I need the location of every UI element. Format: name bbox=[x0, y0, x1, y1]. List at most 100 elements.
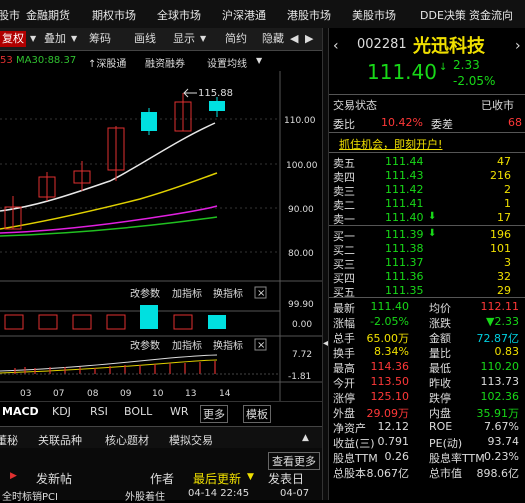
prev-stock-icon[interactable]: ‹ bbox=[333, 38, 339, 54]
open-account-promo[interactable]: 抓住机会，即刻开户! bbox=[339, 136, 442, 152]
divider bbox=[329, 152, 525, 153]
stat-label: 最新 bbox=[333, 302, 355, 315]
ma-legend-row: 53 MA30:88.37 ↑深股通 融资融券 设置均线 ▼ bbox=[0, 51, 322, 71]
view-more-button[interactable]: 查看更多 bbox=[268, 452, 320, 470]
margin-trading-link[interactable]: 融资融券 bbox=[145, 55, 185, 70]
level-volume: 3 bbox=[504, 256, 511, 269]
close-icon[interactable]: × bbox=[257, 340, 265, 351]
subnav-simulated-trade[interactable]: 模拟交易 bbox=[169, 432, 213, 448]
stat-label: 总手 bbox=[333, 332, 355, 345]
menu-item-hk-stocks[interactable]: 港股市场 bbox=[287, 7, 331, 23]
stat-value: 0.23% bbox=[484, 450, 519, 463]
divider bbox=[329, 132, 525, 133]
chevron-down-icon[interactable]: ▼ bbox=[256, 56, 262, 65]
stat-row: 换手 8.34% 量比 0.83 bbox=[333, 345, 521, 360]
level-price: 111.44 bbox=[385, 155, 424, 168]
level-volume: 32 bbox=[497, 270, 511, 283]
close-icon[interactable]: × bbox=[257, 288, 265, 299]
overlay-button[interactable]: 叠加 bbox=[44, 31, 66, 47]
level-volume: 196 bbox=[490, 228, 511, 241]
menu-item-stock[interactable]: 股市 bbox=[0, 7, 20, 23]
chevron-down-icon[interactable]: ▼ bbox=[30, 34, 36, 43]
stat-row: 净资产 12.12 ROE 7.67% bbox=[333, 420, 521, 435]
tab-template[interactable]: 模板 bbox=[243, 405, 271, 423]
add-indicator-link[interactable]: 加指标 bbox=[172, 287, 202, 300]
tab-rsi[interactable]: RSI bbox=[90, 405, 108, 418]
chips-button[interactable]: 筹码 bbox=[89, 31, 111, 47]
stat-value: 114.36 bbox=[370, 360, 410, 373]
stat-row: 外盘 29.09万 内盘 35.91万 bbox=[333, 405, 521, 420]
x-date: 07 bbox=[53, 389, 64, 399]
stat-row: 收益(三) 0.791 PE(动) 93.74 bbox=[333, 435, 521, 450]
chevron-right-icon[interactable]: ▶ bbox=[305, 32, 313, 45]
col-latest[interactable]: 最后更新 bbox=[193, 470, 241, 487]
post-title[interactable]: 全时标销PCI bbox=[2, 488, 72, 503]
subnav-related[interactable]: 关联品种 bbox=[38, 432, 82, 448]
stat-value: 65.00万 bbox=[366, 332, 410, 345]
stat-value: 93.74 bbox=[487, 435, 520, 448]
adjust-button[interactable]: 复权 bbox=[0, 31, 26, 47]
tab-kdj[interactable]: KDJ bbox=[52, 405, 71, 418]
weibi-value: 10.42% bbox=[381, 116, 423, 129]
display-button[interactable]: 显示 bbox=[173, 31, 195, 47]
stat-label: 收益(三) bbox=[333, 437, 375, 450]
menu-item-financial-futures[interactable]: 金融期货 bbox=[26, 7, 70, 23]
chevron-left-icon[interactable]: ◀ bbox=[290, 32, 298, 45]
chevron-down-icon[interactable]: ▼ bbox=[200, 34, 206, 43]
menu-item-options[interactable]: 期权市场 bbox=[92, 7, 136, 23]
stat-row: 涨幅 -2.05% 涨跌 ▼2.33 bbox=[333, 315, 521, 330]
level-price: 111.38 bbox=[385, 242, 424, 255]
x-date: 03 bbox=[20, 389, 31, 399]
down-arrow-icon: ↓ bbox=[439, 62, 448, 73]
divider bbox=[329, 94, 525, 95]
tab-wr[interactable]: WR bbox=[170, 405, 189, 418]
change-params-link[interactable]: 改参数 bbox=[130, 287, 160, 300]
stat-label: 外盘 bbox=[333, 407, 355, 420]
chevron-down-icon[interactable]: ▼ bbox=[71, 34, 77, 43]
buy-level-row: 买一 111.39 ⬇ 196 bbox=[333, 228, 521, 243]
sell-level-row: 卖三 111.42 2 bbox=[333, 183, 521, 198]
chart-toolbar: 复权 ▼ 叠加 ▼ 筹码 画线 显示 ▼ 简约 隐藏 ◀ ▶ bbox=[0, 28, 322, 51]
draw-line-button[interactable]: 画线 bbox=[134, 31, 156, 47]
menu-item-hk-connect[interactable]: 沪深港通 bbox=[222, 7, 266, 23]
stat-label: 昨收 bbox=[429, 377, 451, 390]
stat-label: 涨幅 bbox=[333, 317, 355, 330]
buy-level-row: 买三 111.37 3 bbox=[333, 256, 521, 271]
stat-value: -2.05% bbox=[370, 315, 409, 328]
menu-item-fund-flow[interactable]: 资金流向 bbox=[469, 7, 513, 23]
level-volume: 2 bbox=[504, 183, 511, 196]
sell-level-row: 卖五 111.44 47 bbox=[333, 155, 521, 170]
stat-label: 金额 bbox=[429, 332, 451, 345]
subnav-secretary[interactable]: 董秘 bbox=[0, 432, 18, 448]
menu-item-global-markets[interactable]: 全球市场 bbox=[157, 7, 201, 23]
change-params-link[interactable]: 改参数 bbox=[130, 339, 160, 352]
menu-item-us-stocks[interactable]: 美股市场 bbox=[352, 7, 396, 23]
stat-label: 今开 bbox=[333, 377, 355, 390]
ma-settings-link[interactable]: 设置均线 bbox=[207, 55, 247, 70]
add-indicator-link[interactable]: 加指标 bbox=[172, 339, 202, 352]
sz-connect-link[interactable]: ↑深股通 bbox=[88, 55, 126, 70]
menu-item-dde[interactable]: DDE决策 bbox=[420, 7, 466, 23]
indicator-tabs: MACD KDJ RSI BOLL WR 更多 模板 bbox=[0, 401, 322, 423]
subnav-core-theme[interactable]: 核心题材 bbox=[105, 432, 149, 448]
level-volume: 216 bbox=[490, 169, 511, 182]
kline-chart-svg[interactable]: 115.88 110.00 100.00 90.00 80.00 改参数 加指标… bbox=[0, 71, 322, 401]
simple-button[interactable]: 简约 bbox=[225, 31, 247, 47]
tab-boll[interactable]: BOLL bbox=[124, 405, 152, 418]
change-value: 2.33 bbox=[453, 58, 480, 72]
tab-macd[interactable]: MACD bbox=[2, 405, 39, 418]
next-stock-icon[interactable]: › bbox=[515, 38, 521, 54]
collapse-icon[interactable]: ▲ bbox=[302, 433, 309, 443]
switch-indicator-link[interactable]: 换指标 bbox=[213, 339, 243, 352]
y-tick: -1.81 bbox=[288, 372, 311, 382]
level-label: 卖一 bbox=[333, 213, 355, 226]
post-icon: ▶ bbox=[10, 471, 17, 481]
tab-more[interactable]: 更多 bbox=[200, 405, 228, 423]
new-post-button[interactable]: 发新帖 bbox=[36, 470, 72, 487]
switch-indicator-link[interactable]: 换指标 bbox=[213, 287, 243, 300]
stat-row: 总手 65.00万 金额 72.87亿 bbox=[333, 330, 521, 345]
y-tick: 99.90 bbox=[288, 300, 314, 310]
level-volume: 47 bbox=[497, 155, 511, 168]
x-date: 14 bbox=[219, 389, 231, 399]
hide-button[interactable]: 隐藏 bbox=[262, 31, 284, 47]
